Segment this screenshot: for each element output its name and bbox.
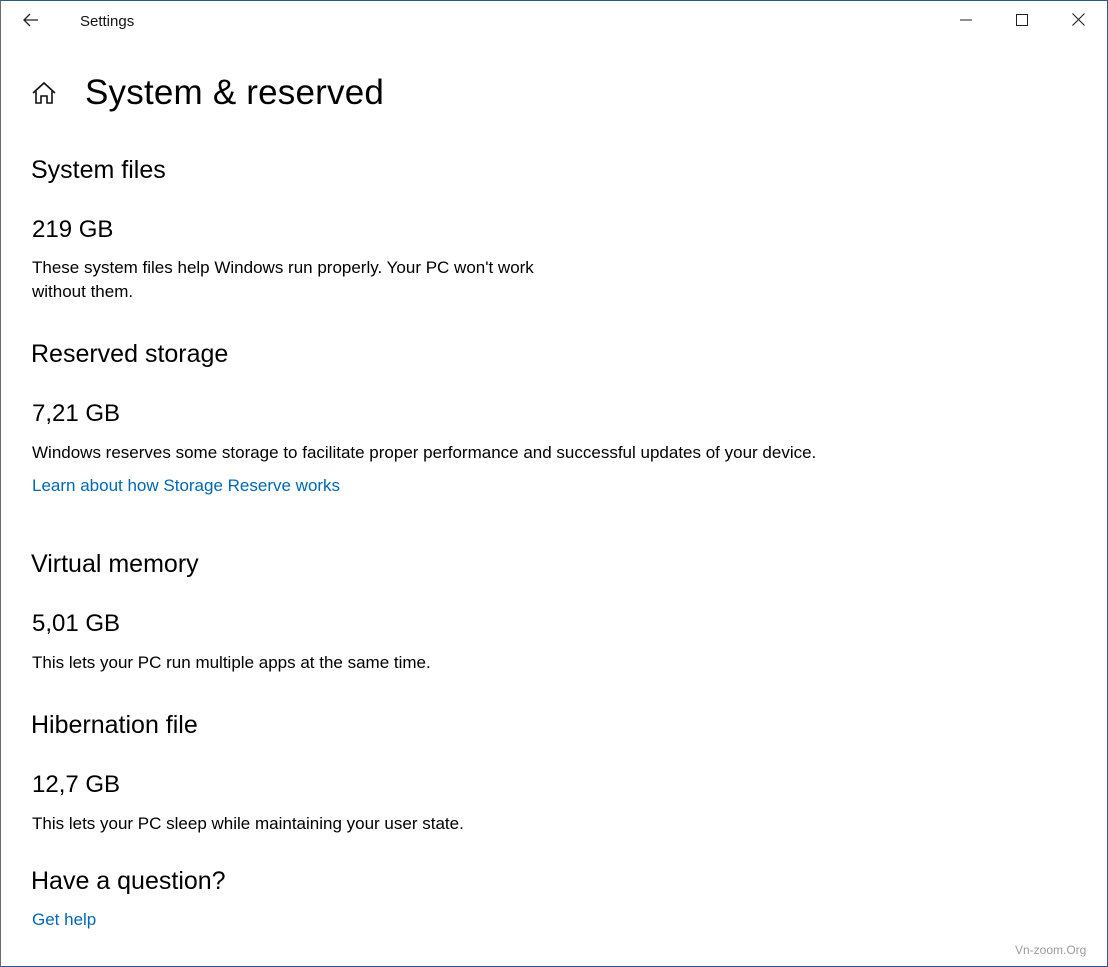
virtual-memory-heading: Virtual memory xyxy=(31,550,199,578)
system-files-desc-line1: These system files help Windows run prop… xyxy=(32,258,534,277)
back-arrow-icon xyxy=(23,13,39,32)
reserved-storage-description: Windows reserves some storage to facilit… xyxy=(32,443,817,462)
close-icon xyxy=(1071,13,1085,31)
close-button[interactable] xyxy=(1050,1,1106,43)
help-heading: Have a question? xyxy=(31,867,226,895)
system-files-size: 219 GB xyxy=(32,216,114,243)
hibernation-file-description: This lets your PC sleep while maintainin… xyxy=(32,814,464,833)
system-files-desc-line2: without them. xyxy=(32,282,134,301)
reserved-storage-heading: Reserved storage xyxy=(31,340,229,368)
page-header: System & reserved xyxy=(31,69,384,117)
storage-reserve-learn-link[interactable]: Learn about how Storage Reserve works xyxy=(32,476,340,496)
virtual-memory-size: 5,01 GB xyxy=(32,610,121,637)
settings-window: Settings System & reserved System files … xyxy=(0,0,1108,967)
page-title: System & reserved xyxy=(85,73,385,112)
back-button[interactable] xyxy=(13,7,49,37)
window-title: Settings xyxy=(80,13,135,30)
hibernation-file-size: 12,7 GB xyxy=(32,771,121,798)
hibernation-file-heading: Hibernation file xyxy=(31,711,198,739)
get-help-link[interactable]: Get help xyxy=(32,910,96,930)
minimize-icon xyxy=(960,13,972,31)
system-files-description: These system files help Windows run prop… xyxy=(32,256,534,304)
maximize-icon xyxy=(1016,13,1028,31)
reserved-storage-size: 7,21 GB xyxy=(32,400,121,427)
minimize-button[interactable] xyxy=(938,1,994,43)
maximize-button[interactable] xyxy=(994,1,1050,43)
watermark: Vn-zoom.Org xyxy=(1015,943,1087,957)
system-files-heading: System files xyxy=(31,156,166,184)
home-icon[interactable] xyxy=(31,79,59,107)
title-bar: Settings xyxy=(1,1,1107,43)
virtual-memory-description: This lets your PC run multiple apps at t… xyxy=(32,653,431,672)
